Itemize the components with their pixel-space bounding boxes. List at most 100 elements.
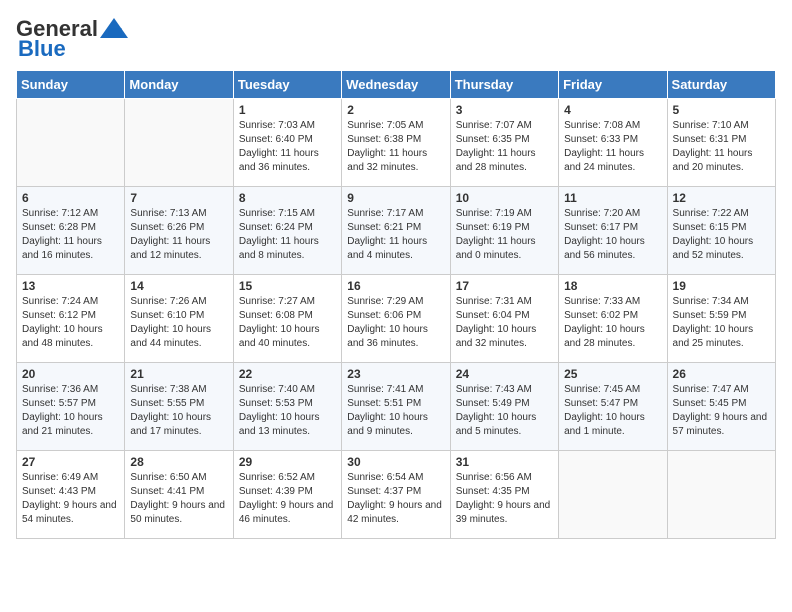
day-number: 14 (130, 279, 227, 293)
calendar-cell: 11 Sunrise: 7:20 AM Sunset: 6:17 PM Dayli… (559, 187, 667, 275)
calendar-cell (125, 99, 233, 187)
day-number: 18 (564, 279, 661, 293)
day-detail: Sunrise: 7:31 AM Sunset: 6:04 PM Dayligh… (456, 295, 553, 351)
calendar-cell: 31Sunrise: 6:56 AM Sunset: 4:35 PM Dayli… (450, 451, 558, 539)
day-detail: Sunrise: 6:50 AM Sunset: 4:41 PM Dayligh… (130, 471, 227, 527)
calendar-cell: 6Sunrise: 7:12 AM Sunset: 6:28 PM Daylig… (17, 187, 125, 275)
day-number: 26 (673, 367, 770, 381)
day-detail: Sunrise: 7:05 AM Sunset: 6:38 PM Dayligh… (347, 119, 444, 175)
logo: General Blue (16, 16, 130, 62)
day-detail: Sunrise: 7:41 AM Sunset: 5:51 PM Dayligh… (347, 383, 444, 439)
logo-blue-text: Blue (18, 36, 66, 62)
day-detail: Sunrise: 7:20 AM Sunset: 6:17 PM Dayligh… (564, 207, 661, 263)
calendar-table: SundayMondayTuesdayWednesdayThursdayFrid… (16, 70, 776, 539)
calendar-cell: 27 Sunrise: 6:49 AM Sunset: 4:43 PM Dayli… (17, 451, 125, 539)
day-detail: Sunrise: 7:38 AM Sunset: 5:55 PM Dayligh… (130, 383, 227, 439)
day-detail: Sunrise: 7:29 AM Sunset: 6:06 PM Dayligh… (347, 295, 444, 351)
day-number: 28 (130, 455, 227, 469)
day-detail: Sunrise: 7:24 AM Sunset: 6:12 PM Dayligh… (22, 295, 119, 351)
day-detail: Sunrise: 7:07 AM Sunset: 6:35 PM Dayligh… (456, 119, 553, 175)
calendar-cell (559, 451, 667, 539)
col-header-sunday: Sunday (17, 71, 125, 99)
calendar-week-row: 6Sunrise: 7:12 AM Sunset: 6:28 PM Daylig… (17, 187, 776, 275)
day-number: 11 (564, 191, 661, 205)
day-number: 30 (347, 455, 444, 469)
col-header-saturday: Saturday (667, 71, 775, 99)
day-detail: Sunrise: 6:56 AM Sunset: 4:35 PM Dayligh… (456, 471, 553, 527)
calendar-cell: 22 Sunrise: 7:40 AM Sunset: 5:53 PM Dayli… (233, 363, 341, 451)
day-number: 13 (22, 279, 119, 293)
day-number: 17 (456, 279, 553, 293)
day-number: 15 (239, 279, 336, 293)
calendar-cell: 26 Sunrise: 7:47 AM Sunset: 5:45 PM Dayli… (667, 363, 775, 451)
calendar-cell: 9Sunrise: 7:17 AM Sunset: 6:21 PM Daylig… (342, 187, 450, 275)
day-detail: Sunrise: 7:10 AM Sunset: 6:31 PM Dayligh… (673, 119, 770, 175)
calendar-cell: 17 Sunrise: 7:31 AM Sunset: 6:04 PM Dayli… (450, 275, 558, 363)
day-number: 20 (22, 367, 119, 381)
calendar-cell (17, 99, 125, 187)
calendar-cell: 7Sunrise: 7:13 AM Sunset: 6:26 PM Daylig… (125, 187, 233, 275)
calendar-cell: 8Sunrise: 7:15 AM Sunset: 6:24 PM Daylig… (233, 187, 341, 275)
day-number: 24 (456, 367, 553, 381)
calendar-cell: 4 Sunrise: 7:08 AM Sunset: 6:33 PM Daylig… (559, 99, 667, 187)
calendar-cell: 10 Sunrise: 7:19 AM Sunset: 6:19 PM Dayli… (450, 187, 558, 275)
day-detail: Sunrise: 7:22 AM Sunset: 6:15 PM Dayligh… (673, 207, 770, 263)
col-header-friday: Friday (559, 71, 667, 99)
day-number: 3 (456, 103, 553, 117)
day-number: 9 (347, 191, 444, 205)
day-number: 10 (456, 191, 553, 205)
day-number: 7 (130, 191, 227, 205)
day-detail: Sunrise: 7:34 AM Sunset: 5:59 PM Dayligh… (673, 295, 770, 351)
day-detail: Sunrise: 7:27 AM Sunset: 6:08 PM Dayligh… (239, 295, 336, 351)
day-detail: Sunrise: 7:03 AM Sunset: 6:40 PM Dayligh… (239, 119, 336, 175)
day-number: 4 (564, 103, 661, 117)
day-number: 12 (673, 191, 770, 205)
calendar-cell: 3 Sunrise: 7:07 AM Sunset: 6:35 PM Daylig… (450, 99, 558, 187)
day-number: 23 (347, 367, 444, 381)
calendar-cell (667, 451, 775, 539)
day-number: 2 (347, 103, 444, 117)
day-number: 5 (673, 103, 770, 117)
day-detail: Sunrise: 7:40 AM Sunset: 5:53 PM Dayligh… (239, 383, 336, 439)
calendar-week-row: 27 Sunrise: 6:49 AM Sunset: 4:43 PM Dayli… (17, 451, 776, 539)
calendar-cell: 29Sunrise: 6:52 AM Sunset: 4:39 PM Dayli… (233, 451, 341, 539)
day-number: 21 (130, 367, 227, 381)
calendar-week-row: 1 Sunrise: 7:03 AM Sunset: 6:40 PM Daylig… (17, 99, 776, 187)
page-header: General Blue (16, 16, 776, 62)
day-detail: Sunrise: 6:52 AM Sunset: 4:39 PM Dayligh… (239, 471, 336, 527)
calendar-cell: 21 Sunrise: 7:38 AM Sunset: 5:55 PM Dayli… (125, 363, 233, 451)
day-number: 19 (673, 279, 770, 293)
day-number: 27 (22, 455, 119, 469)
calendar-week-row: 13 Sunrise: 7:24 AM Sunset: 6:12 PM Dayli… (17, 275, 776, 363)
col-header-wednesday: Wednesday (342, 71, 450, 99)
day-detail: Sunrise: 7:08 AM Sunset: 6:33 PM Dayligh… (564, 119, 661, 175)
day-detail: Sunrise: 7:47 AM Sunset: 5:45 PM Dayligh… (673, 383, 770, 439)
calendar-cell: 2 Sunrise: 7:05 AM Sunset: 6:38 PM Daylig… (342, 99, 450, 187)
logo-icon (98, 16, 130, 42)
calendar-cell: 18 Sunrise: 7:33 AM Sunset: 6:02 PM Dayli… (559, 275, 667, 363)
calendar-cell: 25 Sunrise: 7:45 AM Sunset: 5:47 PM Dayli… (559, 363, 667, 451)
calendar-cell: 1 Sunrise: 7:03 AM Sunset: 6:40 PM Daylig… (233, 99, 341, 187)
calendar-cell: 16 Sunrise: 7:29 AM Sunset: 6:06 PM Dayli… (342, 275, 450, 363)
day-number: 16 (347, 279, 444, 293)
day-detail: Sunrise: 7:45 AM Sunset: 5:47 PM Dayligh… (564, 383, 661, 439)
day-detail: Sunrise: 7:33 AM Sunset: 6:02 PM Dayligh… (564, 295, 661, 351)
calendar-week-row: 20Sunrise: 7:36 AM Sunset: 5:57 PM Dayli… (17, 363, 776, 451)
day-detail: Sunrise: 7:19 AM Sunset: 6:19 PM Dayligh… (456, 207, 553, 263)
calendar-cell: 15 Sunrise: 7:27 AM Sunset: 6:08 PM Dayli… (233, 275, 341, 363)
calendar-cell: 30Sunrise: 6:54 AM Sunset: 4:37 PM Dayli… (342, 451, 450, 539)
calendar-cell: 13 Sunrise: 7:24 AM Sunset: 6:12 PM Dayli… (17, 275, 125, 363)
day-number: 8 (239, 191, 336, 205)
col-header-thursday: Thursday (450, 71, 558, 99)
day-number: 22 (239, 367, 336, 381)
day-detail: Sunrise: 7:26 AM Sunset: 6:10 PM Dayligh… (130, 295, 227, 351)
calendar-cell: 20Sunrise: 7:36 AM Sunset: 5:57 PM Dayli… (17, 363, 125, 451)
day-detail: Sunrise: 6:49 AM Sunset: 4:43 PM Dayligh… (22, 471, 119, 527)
day-number: 1 (239, 103, 336, 117)
calendar-cell: 19 Sunrise: 7:34 AM Sunset: 5:59 PM Dayli… (667, 275, 775, 363)
calendar-cell: 5 Sunrise: 7:10 AM Sunset: 6:31 PM Daylig… (667, 99, 775, 187)
day-number: 25 (564, 367, 661, 381)
day-detail: Sunrise: 7:12 AM Sunset: 6:28 PM Dayligh… (22, 207, 119, 263)
col-header-monday: Monday (125, 71, 233, 99)
calendar-cell: 12 Sunrise: 7:22 AM Sunset: 6:15 PM Dayli… (667, 187, 775, 275)
